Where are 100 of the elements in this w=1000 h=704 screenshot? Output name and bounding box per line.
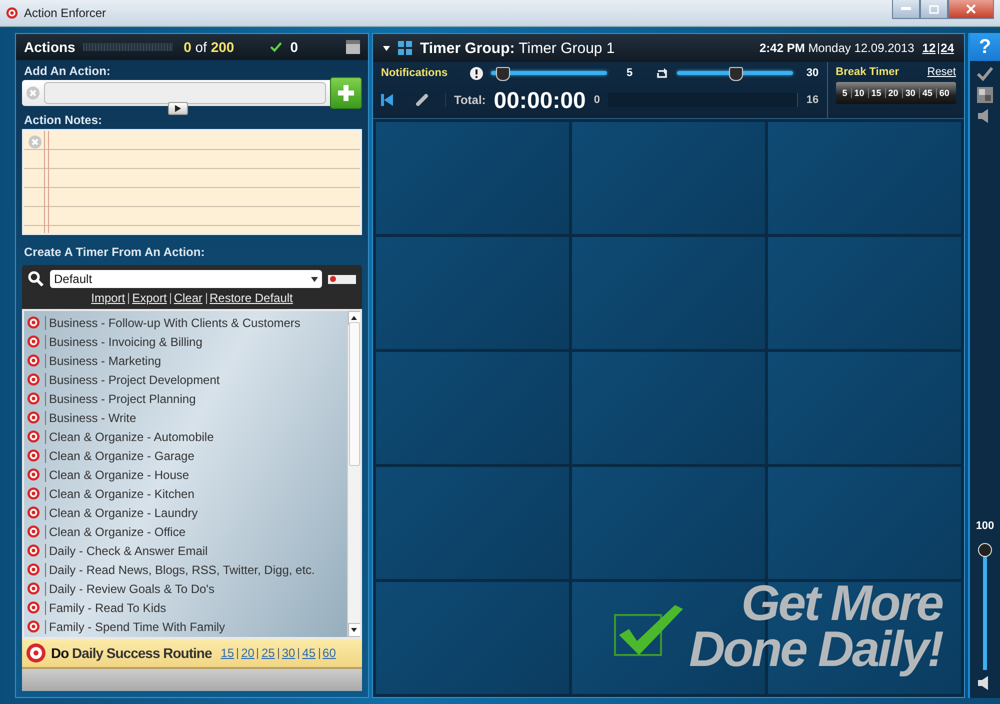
search-icon[interactable] — [28, 271, 44, 287]
dot-icon — [330, 276, 336, 282]
action-item[interactable]: Business - Invoicing & Billing — [24, 332, 347, 351]
minutes-link[interactable]: 20 — [241, 646, 254, 660]
add-button[interactable] — [330, 77, 362, 109]
action-item[interactable]: Daily - Check & Answer Email — [24, 541, 347, 560]
action-item[interactable]: Family - Read To Kids — [24, 598, 347, 617]
minimize-button[interactable] — [892, 0, 920, 19]
range-end: 16 — [806, 94, 819, 106]
notifications-label: Notifications — [381, 67, 448, 79]
target-icon — [27, 525, 40, 538]
target-icon — [27, 468, 40, 481]
target-icon — [27, 373, 40, 386]
panel-title: Actions — [24, 39, 76, 55]
break-option[interactable]: 30 — [902, 88, 918, 98]
minutes-link[interactable]: 15 — [220, 646, 234, 660]
routine-label[interactable]: Do Daily Success Routine — [51, 645, 212, 661]
action-item[interactable]: Daily - Review Goals & To Do's — [24, 579, 347, 598]
timer-group-title: Timer Group: Timer Group 1 — [420, 40, 615, 56]
grid-icon[interactable] — [398, 41, 412, 55]
action-item[interactable]: Clean & Organize - Kitchen — [24, 484, 347, 503]
slider-thumb[interactable] — [496, 67, 510, 81]
action-item[interactable]: Business - Project Development — [24, 370, 347, 389]
target-icon — [27, 449, 40, 462]
preset-value: Default — [54, 272, 92, 286]
link-icon[interactable] — [415, 93, 429, 107]
break-option[interactable]: 45 — [919, 88, 934, 98]
action-item[interactable]: Business - Marketing — [24, 351, 347, 370]
target-icon — [27, 506, 40, 519]
volume-value: 100 — [976, 520, 994, 532]
maximize-button[interactable] — [920, 0, 948, 19]
action-item[interactable]: Clean & Organize - Laundry — [24, 503, 347, 522]
check-icon[interactable] — [977, 67, 993, 81]
target-icon — [27, 430, 40, 443]
break-option[interactable]: 60 — [936, 88, 952, 98]
total-time: 00:00:00 — [494, 86, 586, 114]
plus-icon — [336, 83, 356, 103]
action-input[interactable] — [22, 80, 330, 106]
repeat-icon — [654, 66, 669, 80]
action-item[interactable]: Daily - Read News, Blogs, RSS, Twitter, Digg, etc. — [24, 560, 347, 579]
break-option[interactable]: 15 — [868, 88, 884, 98]
tag-button[interactable] — [328, 274, 356, 284]
preset-dropdown[interactable]: Default — [50, 270, 322, 288]
close-button[interactable] — [948, 0, 994, 19]
break-option[interactable]: 5 — [840, 88, 850, 98]
action-item[interactable]: Business - Write — [24, 408, 347, 427]
target-icon — [27, 544, 40, 557]
preset-link[interactable]: Import — [91, 291, 126, 305]
action-item[interactable]: Clean & Organize - Automobile — [24, 427, 347, 446]
action-item[interactable]: Business - Follow-up With Clients & Customers — [24, 313, 347, 332]
slider-thumb[interactable] — [728, 67, 743, 81]
play-icon — [175, 105, 181, 112]
dropdown-caret-icon — [311, 276, 318, 282]
minutes-link[interactable]: 30 — [282, 646, 296, 660]
action-item[interactable]: Clean & Organize - Garage — [24, 446, 347, 465]
action-item[interactable]: Family - Spend Time With Family — [24, 617, 347, 636]
scrollbar[interactable] — [347, 311, 360, 637]
alert-icon — [470, 66, 483, 80]
preset-link[interactable]: Clear — [174, 291, 202, 305]
target-icon — [27, 392, 40, 405]
preset-link[interactable]: Restore Default — [210, 291, 293, 305]
minutes-link[interactable]: 25 — [261, 646, 275, 660]
skip-back-icon[interactable] — [381, 94, 393, 106]
slider-thumb[interactable] — [978, 543, 992, 557]
reset-link[interactable]: Reset — [927, 66, 956, 78]
clock-text: 2:42 PM Monday 12.09.2013 — [759, 41, 914, 55]
action-item[interactable]: Business - Project Planning — [24, 389, 347, 408]
time-format-link[interactable]: 12 — [922, 41, 936, 55]
target-icon — [6, 7, 18, 19]
field-label: Action Notes: — [23, 112, 103, 129]
total-label: Total: — [445, 93, 486, 107]
completed-count: 0 — [290, 39, 298, 55]
up-arrow-icon — [351, 316, 357, 320]
scroll-down-button[interactable] — [348, 623, 360, 637]
collapse-caret-icon[interactable] — [383, 46, 390, 50]
target-icon — [27, 487, 40, 500]
target-icon — [27, 601, 40, 614]
break-option[interactable]: 20 — [885, 88, 900, 98]
notification-slider[interactable] — [676, 66, 793, 80]
layout-icon[interactable] — [977, 87, 993, 103]
target-icon — [27, 411, 40, 424]
notes-field[interactable] — [22, 129, 362, 235]
target-icon — [27, 563, 40, 576]
maximize-icon — [929, 4, 939, 14]
break-option[interactable]: 10 — [851, 88, 866, 98]
target-icon — [27, 620, 40, 633]
time-format-link[interactable]: 24 — [940, 41, 954, 55]
target-icon — [27, 316, 40, 329]
minutes-link[interactable]: 45 — [302, 646, 316, 660]
action-item[interactable]: Clean & Organize - Office — [24, 522, 347, 541]
close-icon — [966, 4, 976, 14]
play-button[interactable] — [168, 102, 188, 115]
minutes-link[interactable]: 60 — [322, 646, 336, 660]
notification-slider[interactable] — [490, 66, 607, 80]
action-item[interactable]: Clean & Organize - House — [24, 465, 347, 484]
range-start: 0 — [594, 94, 600, 106]
slider-value: 5 — [626, 67, 633, 79]
preset-link[interactable]: Export — [132, 291, 167, 305]
minimize-icon — [901, 7, 911, 11]
target-icon — [27, 354, 40, 367]
